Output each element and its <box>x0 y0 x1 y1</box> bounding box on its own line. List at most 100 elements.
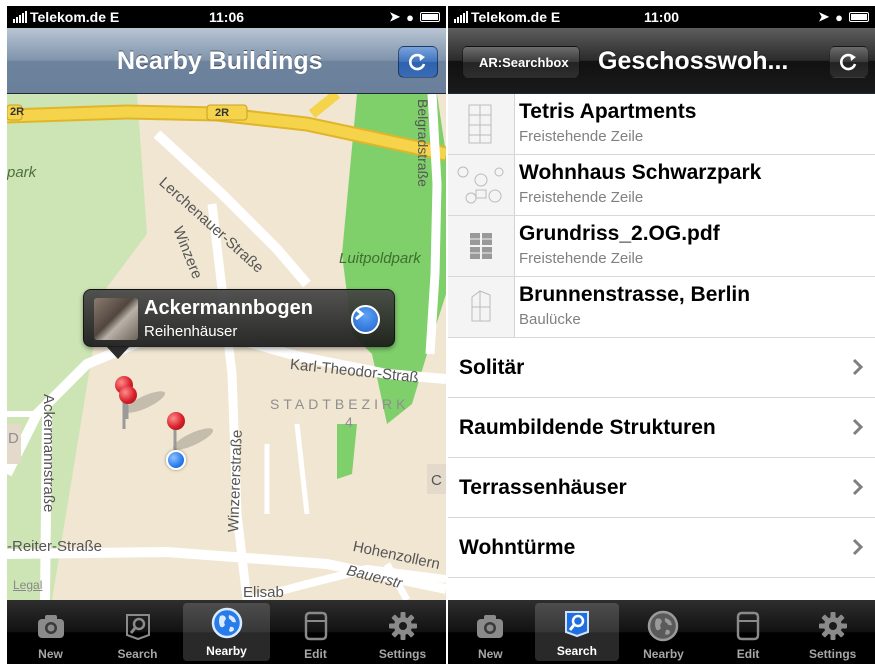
map-pin[interactable] <box>119 386 137 404</box>
map-label-d: D <box>8 430 19 447</box>
nearby-screen: Telekom.de E 11:06 ➤ ● Nearby Buildings <box>7 6 446 664</box>
item-title: Tetris Apartments <box>519 100 697 123</box>
refresh-button[interactable] <box>829 46 869 78</box>
map-label-ackermann: Ackermannstraße <box>40 394 57 513</box>
item-thumbnail <box>448 155 515 215</box>
navigation-bar: Nearby Buildings <box>7 28 446 94</box>
tab-label: Edit <box>736 647 760 661</box>
tab-label: Settings <box>378 647 427 661</box>
category-label: Terrassenhäuser <box>459 475 627 499</box>
battery-icon <box>849 12 869 22</box>
tab-nearby[interactable]: Nearby <box>183 603 270 661</box>
road-badge-2r: 2R <box>10 106 25 118</box>
carrier-label: Telekom.de E <box>30 9 120 25</box>
item-subtitle: Baulücke <box>519 311 581 328</box>
category-row-partial[interactable] <box>448 578 875 600</box>
globe-icon <box>646 609 680 643</box>
tab-bar: New Search Nearby Edit Settings <box>7 600 446 664</box>
tab-label: New <box>477 647 503 661</box>
navigation-bar: AR:Searchbox Geschosswoh... <box>448 28 875 94</box>
category-label: Solitär <box>459 355 525 379</box>
current-location-dot <box>166 450 186 470</box>
callout-title: Ackermannbogen <box>144 297 313 319</box>
tab-settings[interactable]: Settings <box>359 600 446 664</box>
page-title: Nearby Buildings <box>117 47 323 75</box>
search-icon <box>560 606 594 640</box>
item-subtitle: Freistehende Zeile <box>519 128 644 145</box>
tab-edit[interactable]: Edit <box>272 600 359 664</box>
status-time: 11:00 <box>643 9 680 25</box>
list-item[interactable]: Brunnenstrasse, Berlin Baulücke <box>448 277 875 338</box>
tab-label: Nearby <box>206 644 247 658</box>
list-item[interactable]: Wohnhaus Schwarzpark Freistehende Zeile <box>448 155 875 216</box>
map-label-belgrad: Belgradstraße <box>415 99 431 187</box>
item-subtitle: Freistehende Zeile <box>519 250 644 267</box>
map-label-elisab: Elisab <box>243 584 284 600</box>
tab-label: Search <box>556 644 597 658</box>
category-row-raumbildende-strukturen[interactable]: Raumbildende Strukturen <box>448 398 875 458</box>
map-label-bezirk-number: 4 <box>345 414 353 430</box>
back-button[interactable]: AR:Searchbox <box>462 46 580 78</box>
chevron-right-icon <box>852 538 864 556</box>
tab-search[interactable]: Search <box>94 600 181 664</box>
chevron-right-icon <box>852 478 864 496</box>
legal-link[interactable]: Legal <box>13 578 42 592</box>
category-label: Raumbildende Strukturen <box>459 415 716 439</box>
tab-label: Edit <box>304 647 327 661</box>
map-pin[interactable] <box>167 412 185 430</box>
tab-settings[interactable]: Settings <box>790 600 875 664</box>
chevron-right-icon <box>852 358 864 376</box>
signal-icon <box>13 11 27 23</box>
map-view[interactable]: 2R 2R park Lerchenauer-Straße Winzere Be… <box>7 94 446 600</box>
item-thumbnail <box>448 277 515 337</box>
category-row-terrassenhaeuser[interactable]: Terrassenhäuser <box>448 458 875 518</box>
item-title: Wohnhaus Schwarzpark <box>519 161 762 184</box>
tab-label: New <box>38 647 63 661</box>
document-icon <box>299 609 333 643</box>
detail-disclosure-button[interactable] <box>351 305 380 334</box>
category-label: Wohntürme <box>459 535 576 559</box>
road-badge-2r: 2R <box>215 107 230 119</box>
refresh-button[interactable] <box>398 46 438 78</box>
status-bar: Telekom.de E 11:06 ➤ ● <box>7 6 446 28</box>
page-title: Geschosswoh... <box>598 47 789 75</box>
status-bar: Telekom.de E 11:00 ➤ ● <box>448 6 875 28</box>
search-results-screen: Telekom.de E 11:00 ➤ ● AR:Searchbox Gesch… <box>448 6 875 664</box>
battery-icon <box>420 12 440 22</box>
map-label-winzerer-lower: Winzererstraße <box>225 429 246 533</box>
results-list: Tetris Apartments Freistehende Zeile Woh… <box>448 94 875 600</box>
category-row-solitaer[interactable]: Solitär <box>448 338 875 398</box>
map-label-stadtbezirk: STADTBEZIRK <box>270 396 410 412</box>
chevron-right-icon <box>852 418 864 436</box>
document-icon <box>731 609 765 643</box>
map-label-luitpoldpark: Luitpoldpark <box>339 250 421 267</box>
callout-subtitle: Reihenhäuser <box>144 323 238 340</box>
tab-edit[interactable]: Edit <box>706 600 791 664</box>
tab-label: Search <box>117 647 158 661</box>
camera-icon <box>34 609 68 643</box>
tab-bar: New Search Nearby Edit Settings <box>448 600 875 664</box>
tab-nearby[interactable]: Nearby <box>621 600 706 664</box>
gear-icon <box>816 609 850 643</box>
item-subtitle: Freistehende Zeile <box>519 189 644 206</box>
tab-new[interactable]: New <box>7 600 94 664</box>
list-item[interactable]: Grundriss_2.OG.pdf Freistehende Zeile <box>448 216 875 277</box>
refresh-icon <box>840 53 857 71</box>
search-icon <box>121 609 155 643</box>
list-item[interactable]: Tetris Apartments Freistehende Zeile <box>448 94 875 155</box>
tab-label: Nearby <box>643 647 684 661</box>
item-title: Grundriss_2.OG.pdf <box>519 222 720 245</box>
globe-icon <box>210 606 244 640</box>
category-row-wohntuerme[interactable]: Wohntürme <box>448 518 875 578</box>
item-title: Brunnenstrasse, Berlin <box>519 283 751 306</box>
callout-tail <box>106 346 130 359</box>
status-time: 11:06 <box>208 9 245 25</box>
map-callout[interactable]: Ackermannbogen Reihenhäuser <box>83 289 395 359</box>
tab-label: Settings <box>809 647 857 661</box>
gear-icon <box>386 609 420 643</box>
alarm-icon: ● <box>835 9 843 25</box>
tab-search[interactable]: Search <box>534 603 620 661</box>
refresh-icon <box>409 53 426 71</box>
tab-new[interactable]: New <box>448 600 533 664</box>
location-arrow-icon: ➤ <box>818 9 830 24</box>
